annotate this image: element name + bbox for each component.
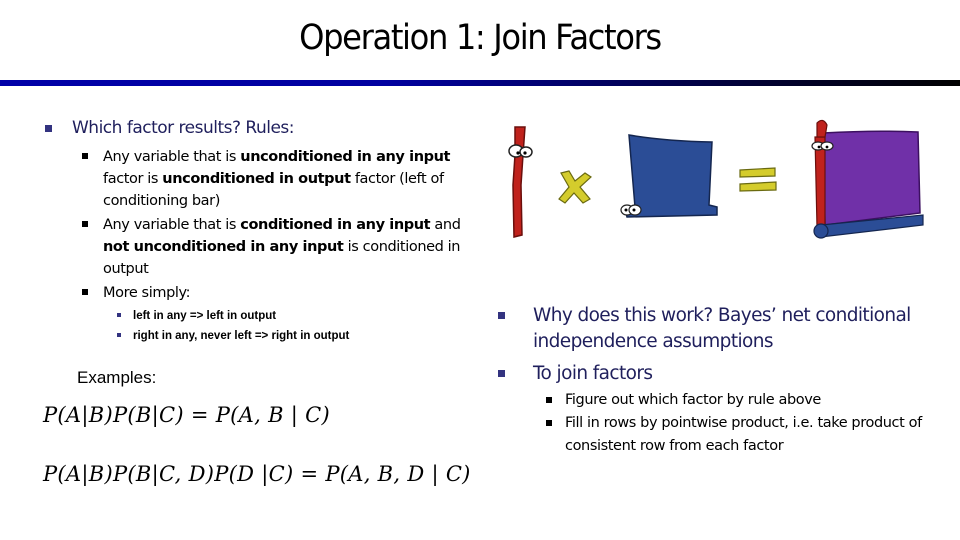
bullet-why-does-this-work: Why does this work? Bayes’ net condition… bbox=[496, 303, 946, 355]
rule-text-segment: and bbox=[430, 217, 461, 233]
sub-bullet-text: Fill in rows by pointwise product, i.e. … bbox=[565, 415, 922, 454]
bullet-square-icon bbox=[82, 221, 88, 227]
simply-item: right in any, never left => right in out… bbox=[40, 326, 480, 346]
bullet-square-icon bbox=[82, 153, 88, 159]
title-divider bbox=[0, 80, 960, 86]
emphasis-text: unconditioned in output bbox=[162, 171, 351, 187]
bullet-square-icon bbox=[45, 125, 52, 132]
bullet-text: More simply: bbox=[103, 285, 191, 301]
bullet-square-icon bbox=[546, 397, 552, 403]
rule-unconditioned: Any variable that is unconditioned in an… bbox=[40, 146, 480, 212]
purple-joined-factor-character bbox=[811, 119, 924, 239]
join-factors-illustration bbox=[508, 119, 924, 239]
bullet-square-icon bbox=[498, 312, 505, 319]
emphasis-text: conditioned in any input bbox=[240, 217, 431, 233]
times-icon bbox=[558, 170, 592, 204]
bullet-square-icon bbox=[82, 289, 88, 295]
red-variable-character bbox=[508, 126, 533, 238]
blue-factor-character bbox=[620, 134, 718, 218]
bullet-square-icon bbox=[498, 370, 505, 377]
bullet-to-join-factors: To join factors bbox=[496, 361, 946, 387]
bullet-text: Why does this work? Bayes’ net condition… bbox=[533, 305, 911, 352]
sub-bullet-text: Figure out which factor by rule above bbox=[565, 392, 821, 408]
bullet-square-icon bbox=[117, 313, 121, 317]
simply-item: left in any => left in output bbox=[40, 306, 480, 326]
rule-text-segment: Any variable that is bbox=[103, 149, 241, 165]
emphasis-text: not unconditioned in any input bbox=[103, 239, 344, 255]
simply-item-text: left in any => left in output bbox=[133, 310, 277, 322]
right-column: Why does this work? Bayes’ net condition… bbox=[496, 303, 946, 458]
bullet-text: To join factors bbox=[533, 363, 653, 384]
emphasis-text: unconditioned in any input bbox=[240, 149, 451, 165]
bullet-square-icon bbox=[546, 420, 552, 426]
slide-title: Operation 1: Join Factors bbox=[299, 18, 662, 58]
rule-text: Any variable that is unconditioned in an… bbox=[103, 149, 450, 209]
bullet-square-icon bbox=[117, 333, 121, 337]
rule-text-segment: factor is bbox=[103, 171, 163, 187]
equation-example-1: P(A|B)P(B|C) = P(A, B | C) bbox=[43, 403, 330, 427]
sub-bullet-fill-in-rows: Fill in rows by pointwise product, i.e. … bbox=[496, 412, 946, 458]
simply-item-text: right in any, never left => right in out… bbox=[133, 330, 350, 342]
left-column: Which factor results? Rules: Any variabl… bbox=[40, 116, 480, 346]
bullet-which-factor: Which factor results? Rules: bbox=[40, 116, 480, 140]
sub-bullet-figure-out: Figure out which factor by rule above bbox=[496, 389, 946, 412]
equation-example-2: P(A|B)P(B|C, D)P(D |C) = P(A, B, D | C) bbox=[43, 462, 471, 486]
examples-label: Examples: bbox=[77, 368, 157, 387]
rule-more-simply: More simply: bbox=[40, 282, 480, 304]
rule-conditioned: Any variable that is conditioned in any … bbox=[40, 214, 480, 280]
rule-text: Any variable that is conditioned in any … bbox=[103, 217, 461, 277]
equals-icon bbox=[739, 167, 777, 192]
bullet-text: Which factor results? Rules: bbox=[72, 118, 295, 138]
rule-text-segment: Any variable that is bbox=[103, 217, 241, 233]
